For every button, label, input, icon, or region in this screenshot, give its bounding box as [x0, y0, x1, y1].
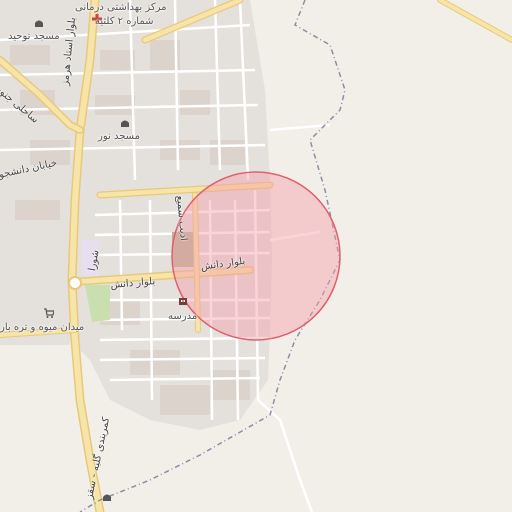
highlight-circle	[171, 171, 341, 341]
mosque-tohid-label: مسجد توحید	[8, 31, 60, 42]
map-canvas	[0, 0, 512, 512]
shopping-cart-icon[interactable]	[44, 308, 54, 318]
mosque-noor-label: مسجد نور	[98, 131, 140, 142]
map-view[interactable]: مرکز بهداشتی درمانی شماره ۲ کلثیه مسجد ت…	[0, 0, 512, 512]
mosque-icon[interactable]	[34, 18, 44, 28]
fruit-square-label: میدان میوه و تره بار	[0, 322, 85, 333]
health-center-label-2: شماره ۲ کلثیه	[95, 16, 154, 27]
health-center-label: مرکز بهداشتی درمانی	[75, 2, 167, 13]
roundabout	[68, 276, 82, 290]
school-label: مدرسه	[168, 311, 198, 322]
poi-icon[interactable]	[102, 492, 112, 502]
school-icon[interactable]	[178, 296, 188, 306]
mosque-icon[interactable]	[120, 118, 130, 128]
